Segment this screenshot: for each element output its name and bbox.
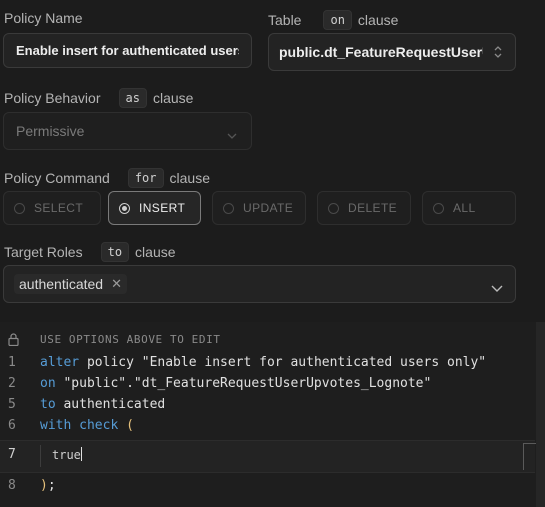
command-label: Policy Command for clause: [4, 168, 210, 188]
command-option-all[interactable]: ALL: [422, 191, 516, 225]
table-label: Table on clause: [268, 10, 398, 30]
code-brace: (: [126, 418, 134, 433]
radio-icon: [14, 202, 25, 214]
on-clause-chip: on: [323, 10, 352, 30]
code-brace: ): [40, 478, 48, 493]
table-select[interactable]: public.dt_FeatureRequestUserUpvotes_Logn…: [268, 33, 516, 71]
lock-icon: [8, 333, 19, 350]
table-clause-text: clause: [357, 12, 399, 28]
command-option-label: SELECT: [34, 201, 84, 215]
command-option-update[interactable]: UPDATE: [212, 191, 306, 225]
text-cursor: [80, 447, 82, 461]
roles-label-text: Target Roles: [4, 244, 83, 260]
code-keyword: to: [40, 397, 56, 412]
command-option-label: DELETE: [348, 201, 398, 215]
line-number: 5: [8, 397, 16, 412]
line-number: 8: [8, 478, 16, 493]
to-clause-chip: to: [100, 242, 130, 262]
line-number: 1: [8, 355, 16, 370]
role-tag-label: authenticated: [19, 276, 104, 292]
radio-icon: [433, 202, 444, 214]
roles-multiselect[interactable]: authenticated ✕: [3, 265, 516, 303]
behavior-label: Policy Behavior as clause: [4, 88, 193, 108]
roles-clause-text: clause: [135, 244, 176, 260]
code-text: ;: [47, 478, 56, 493]
chevron-down-icon[interactable]: [491, 280, 503, 298]
command-clause-text: clause: [169, 170, 210, 186]
code-line-7: true: [52, 447, 82, 462]
editor-scrollbar[interactable]: [536, 322, 545, 507]
code-keyword: with check: [40, 418, 119, 433]
code-line-1: alter policy "Enable insert for authenti…: [40, 355, 486, 370]
editable-region[interactable]: 7 true: [0, 440, 536, 473]
readonly-notice: USE OPTIONS ABOVE TO EDIT: [40, 333, 221, 346]
code-text: policy "Enable insert for authenticated …: [79, 355, 487, 370]
behavior-clause-text: clause: [152, 90, 194, 106]
behavior-value: Permissive: [16, 123, 85, 139]
table-value: public.dt_FeatureRequestUserUpvotes_Logn…: [279, 44, 483, 60]
minimap-marker: [523, 443, 536, 470]
command-option-select[interactable]: SELECT: [3, 191, 101, 225]
code-keyword: on: [40, 376, 56, 391]
policy-name-input[interactable]: Enable insert for authenticated users on…: [3, 33, 252, 68]
as-clause-chip: as: [118, 88, 147, 108]
behavior-select[interactable]: Permissive: [3, 112, 252, 150]
code-keyword: alter: [40, 355, 80, 370]
table-label-text: Table: [268, 12, 302, 28]
for-clause-chip: for: [127, 168, 164, 188]
code-line-2: on "public"."dt_FeatureRequestUserUpvote…: [40, 376, 431, 391]
role-tag: authenticated ✕: [14, 274, 127, 294]
code-line-6: with check (: [40, 418, 134, 433]
behavior-label-text: Policy Behavior: [4, 90, 101, 106]
code-line-5: to authenticated: [40, 397, 165, 412]
indent-guide: [40, 445, 41, 467]
command-option-delete[interactable]: DELETE: [317, 191, 411, 225]
roles-label: Target Roles to clause: [4, 242, 176, 262]
code-text: "public"."dt_FeatureRequestUserUpvotes_L…: [55, 376, 432, 391]
sql-editor[interactable]: USE OPTIONS ABOVE TO EDIT 1 alter policy…: [0, 322, 545, 507]
code-text: authenticated: [55, 397, 166, 412]
remove-role-icon[interactable]: ✕: [111, 276, 122, 292]
command-option-insert[interactable]: INSERT: [108, 191, 201, 225]
radio-selected-icon: [119, 202, 130, 214]
code-text: true: [52, 448, 81, 462]
radio-icon: [223, 202, 234, 214]
policy-name-value: Enable insert for authenticated users on…: [16, 43, 239, 58]
command-option-label: UPDATE: [243, 201, 294, 215]
command-option-label: ALL: [453, 201, 476, 215]
policy-name-label: Policy Name: [4, 10, 83, 26]
chevron-down-icon: [227, 127, 237, 145]
radio-icon: [328, 202, 339, 214]
line-number: 2: [8, 376, 16, 391]
up-down-chevron-icon: [493, 44, 503, 60]
line-number: 7: [8, 447, 16, 462]
line-number: 6: [8, 418, 16, 433]
code-line-8: );: [40, 478, 56, 493]
command-option-label: INSERT: [139, 201, 186, 215]
command-label-text: Policy Command: [4, 170, 110, 186]
